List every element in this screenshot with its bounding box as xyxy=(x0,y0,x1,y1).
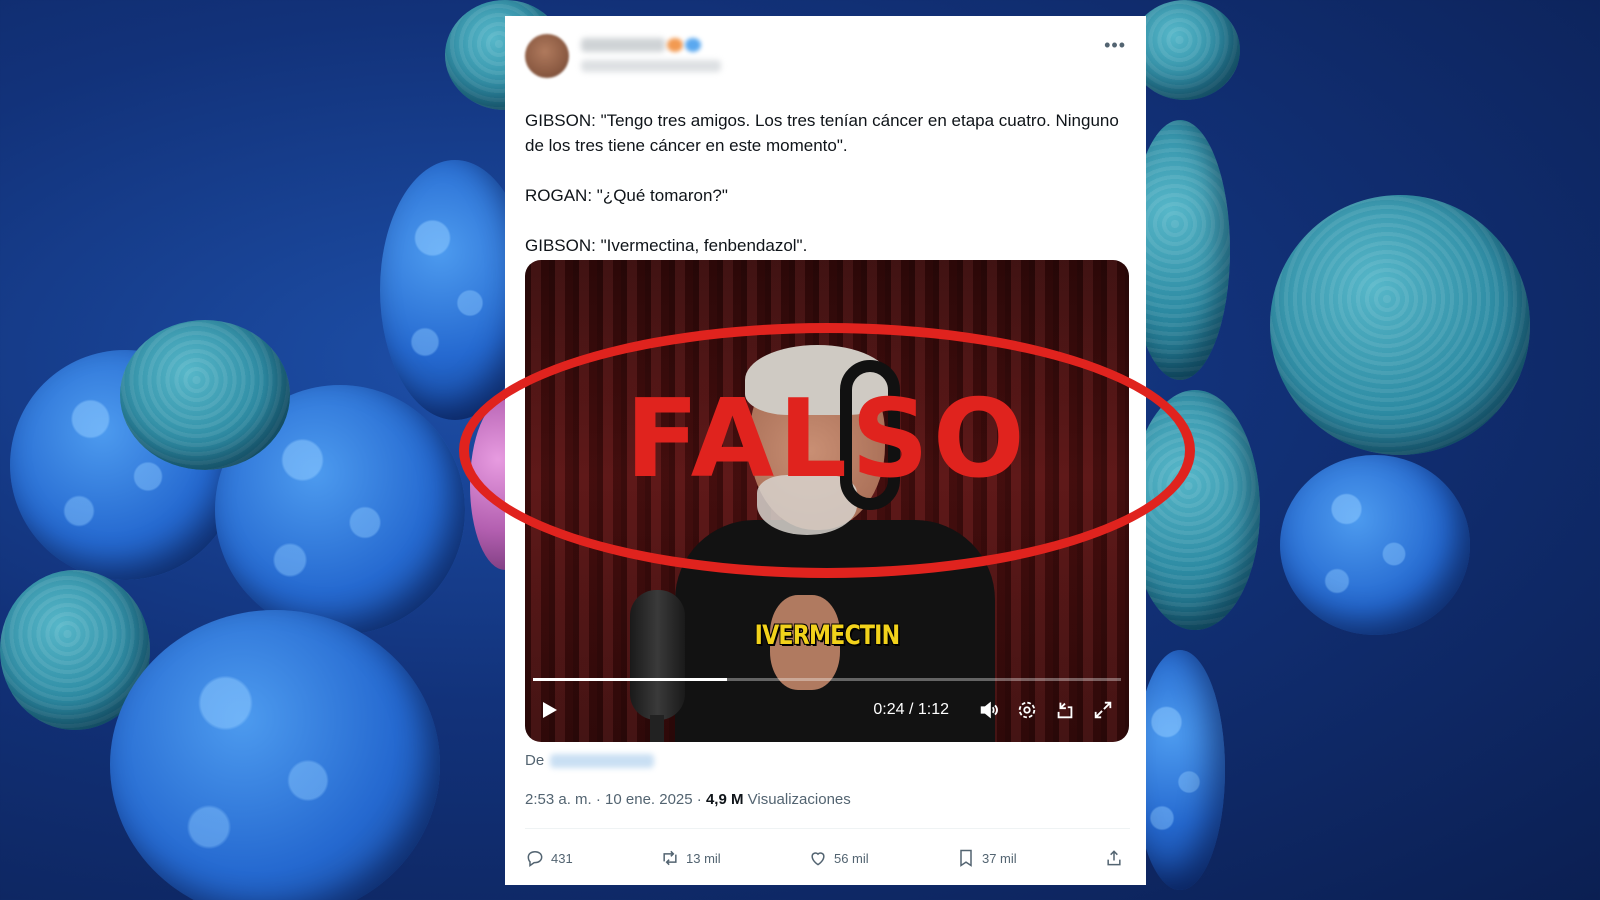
like-count: 56 mil xyxy=(833,850,869,866)
views-label: Visualizaciones xyxy=(743,791,851,808)
like-button[interactable]: 56 mil xyxy=(808,848,869,868)
timestamp[interactable]: 2:53 a. m. · 10 ene. 2025 · xyxy=(525,791,706,808)
author-handle-blurred[interactable] xyxy=(581,60,721,72)
background-cell xyxy=(110,610,440,900)
video-progress-fill xyxy=(533,678,728,681)
video-time: 0:24 / 1:12 xyxy=(873,701,949,718)
reply-icon xyxy=(527,850,543,867)
bookmark-count: 37 mil xyxy=(981,850,1017,866)
bookmark-icon xyxy=(960,849,972,867)
author-name-blurred[interactable] xyxy=(581,38,665,52)
tweet-meta: 2:53 a. m. · 10 ene. 2025 · 4,9 M Visual… xyxy=(525,791,851,808)
volume-icon[interactable] xyxy=(977,698,1001,722)
source-attribution: De xyxy=(525,752,655,769)
background-cell xyxy=(1280,455,1470,635)
background-cell xyxy=(1135,650,1225,890)
video-caption: IVERMECTIN xyxy=(754,620,900,651)
badge-blurred xyxy=(667,38,683,52)
play-icon[interactable] xyxy=(543,702,557,718)
settings-icon[interactable] xyxy=(1015,698,1039,722)
video-progress-bar[interactable] xyxy=(533,678,1121,681)
heart-icon xyxy=(811,852,825,866)
repost-count: 13 mil xyxy=(686,850,721,866)
views-count: 4,9 M xyxy=(705,791,744,808)
verified-badge-icon xyxy=(685,38,701,52)
background-cell xyxy=(1130,0,1240,100)
background-cell xyxy=(1270,195,1530,455)
falso-stamp-text: FALSO xyxy=(625,377,1029,502)
dock-icon[interactable] xyxy=(1053,698,1077,722)
fullscreen-icon[interactable] xyxy=(1091,698,1115,722)
repost-icon xyxy=(663,850,677,866)
reply-button[interactable]: 431 xyxy=(525,848,573,868)
tweet-text: GIBSON: "Tengo tres amigos. Los tres ten… xyxy=(525,111,1119,255)
share-button[interactable] xyxy=(1104,848,1130,868)
divider xyxy=(525,828,1130,829)
source-label: De xyxy=(525,752,545,769)
action-bar: 431 13 mil 56 mil 37 mil xyxy=(525,844,1130,872)
video-controls: 0:24 / 1:12 xyxy=(525,696,1129,724)
background-cell xyxy=(120,320,290,470)
share-icon xyxy=(1107,850,1121,866)
source-link-blurred[interactable] xyxy=(550,753,655,768)
avatar[interactable] xyxy=(525,34,569,78)
bookmark-button[interactable]: 37 mil xyxy=(956,848,1017,868)
more-icon[interactable]: ••• xyxy=(1104,36,1126,54)
reply-count: 431 xyxy=(551,850,573,866)
repost-button[interactable]: 13 mil xyxy=(660,848,721,868)
